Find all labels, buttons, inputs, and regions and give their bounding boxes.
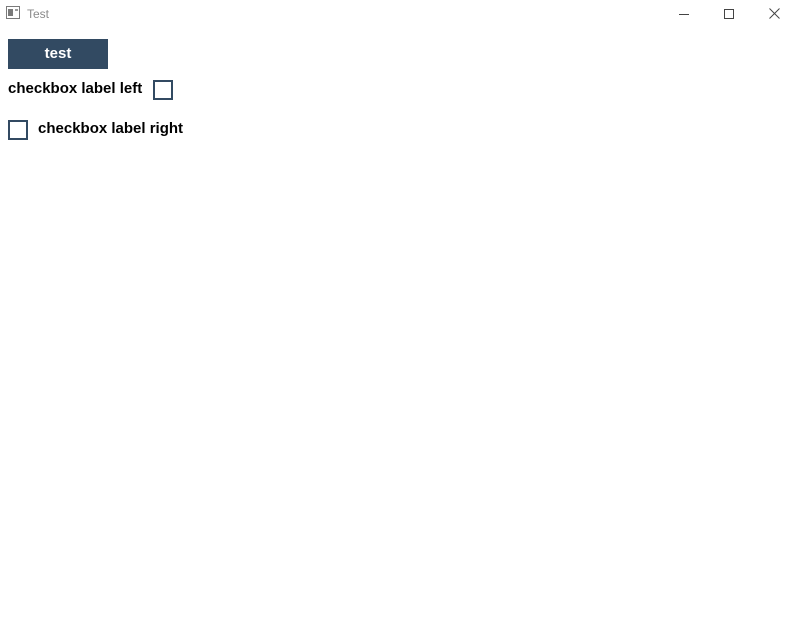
checkbox-right[interactable] bbox=[8, 120, 28, 140]
test-button[interactable]: test bbox=[8, 39, 108, 69]
checkbox-left[interactable] bbox=[153, 80, 173, 100]
window-title: Test bbox=[27, 7, 50, 21]
close-icon bbox=[768, 8, 780, 19]
checkbox-right-label: checkbox label right bbox=[38, 120, 184, 137]
checkbox-left-label: checkbox label left bbox=[8, 80, 143, 97]
title-bar: Test bbox=[0, 0, 797, 27]
maximize-button[interactable] bbox=[706, 0, 752, 27]
minimize-icon bbox=[679, 9, 689, 19]
minimize-button[interactable] bbox=[661, 0, 707, 27]
close-button[interactable] bbox=[751, 0, 797, 27]
maximize-icon bbox=[724, 8, 734, 19]
app-icon bbox=[6, 6, 20, 19]
